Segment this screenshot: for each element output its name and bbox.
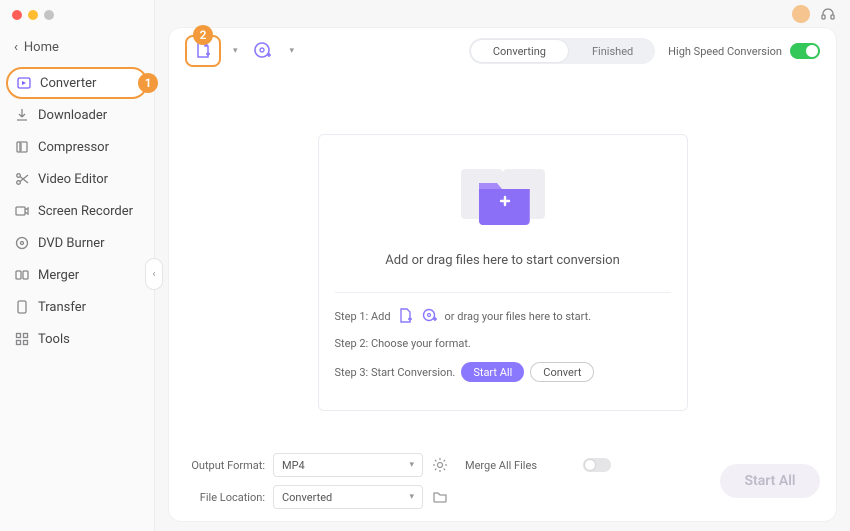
callout-badge-1: 1 [138, 73, 158, 93]
disc-add-icon[interactable] [421, 307, 439, 325]
sidebar-item-merger[interactable]: Merger [0, 259, 154, 291]
add-dvd-button[interactable] [248, 36, 278, 66]
file-location-label: File Location: [185, 491, 265, 504]
dropzone[interactable]: Add or drag files here to start conversi… [318, 134, 688, 411]
maximize-window-dot[interactable] [44, 10, 54, 20]
tab-segmented-control: Converting Finished [469, 38, 655, 64]
collapse-sidebar-button[interactable]: ‹ [145, 258, 163, 290]
sidebar-item-label: Compressor [38, 140, 109, 155]
chevron-down-icon[interactable]: ▾ [233, 46, 238, 56]
sidebar-item-downloader[interactable]: Downloader [0, 99, 154, 131]
callout-badge-2: 2 [193, 25, 213, 45]
bottom-bar: Output Format: MP4 ▾ Merge All Files Sta… [169, 441, 836, 521]
sidebar: ‹ Home Converter 1 Downloader Compressor [0, 0, 155, 531]
panel-toolbar: 2 ▾ ▾ Converting Finished High Speed Con… [169, 28, 836, 74]
chevron-left-icon: ‹ [14, 40, 18, 55]
chevron-down-icon: ▾ [409, 492, 414, 502]
dropzone-steps: Step 1: Add or drag your files here to s… [335, 292, 671, 382]
high-speed-label: High Speed Conversion [668, 45, 782, 58]
sidebar-item-label: DVD Burner [38, 236, 105, 251]
disc-icon [14, 235, 30, 251]
close-window-dot[interactable] [12, 10, 22, 20]
sidebar-item-compressor[interactable]: Compressor [0, 131, 154, 163]
start-all-button[interactable]: Start All [720, 464, 820, 498]
dropzone-message: Add or drag files here to start conversi… [335, 253, 671, 268]
merger-icon [14, 267, 30, 283]
sidebar-item-label: Converter [40, 76, 96, 91]
converter-icon [16, 75, 32, 91]
content-panel: 2 ▾ ▾ Converting Finished High Speed Con… [169, 28, 836, 521]
grid-icon [14, 331, 30, 347]
recorder-icon [14, 203, 30, 219]
sidebar-item-label: Tools [38, 332, 70, 347]
step2-text: Step 2: Choose your format. [335, 337, 471, 350]
sidebar-item-converter[interactable]: Converter 1 [6, 67, 148, 99]
avatar[interactable] [792, 5, 810, 23]
step1-suffix: or drag your files here to start. [445, 310, 592, 323]
add-file-button[interactable]: 2 [185, 35, 221, 67]
output-format-label: Output Format: [185, 459, 265, 472]
transfer-icon [14, 299, 30, 315]
nav-list: Converter 1 Downloader Compressor Video … [0, 67, 154, 355]
tab-converting[interactable]: Converting [471, 40, 568, 62]
chevron-left-icon: ‹ [152, 269, 155, 280]
merge-all-toggle[interactable] [583, 458, 611, 472]
step-2: Step 2: Choose your format. [335, 337, 671, 350]
output-format-select[interactable]: MP4 ▾ [273, 453, 423, 477]
support-icon[interactable] [820, 6, 836, 22]
minimize-window-dot[interactable] [28, 10, 38, 20]
window-controls [12, 10, 54, 20]
step-3: Step 3: Start Conversion. Start All Conv… [335, 362, 671, 382]
downloader-icon [14, 107, 30, 123]
step-1: Step 1: Add or drag your files here to s… [335, 307, 671, 325]
sidebar-item-label: Downloader [38, 108, 107, 123]
main-area: 2 ▾ ▾ Converting Finished High Speed Con… [155, 0, 850, 531]
topbar [155, 0, 850, 28]
output-format-value: MP4 [282, 459, 305, 472]
high-speed-wrap: High Speed Conversion [668, 43, 820, 59]
sidebar-item-label: Transfer [38, 300, 86, 315]
home-label: Home [24, 40, 59, 55]
file-location-value: Converted [282, 491, 332, 504]
sidebar-item-video-editor[interactable]: Video Editor [0, 163, 154, 195]
file-location-select[interactable]: Converted ▾ [273, 485, 423, 509]
compressor-icon [14, 139, 30, 155]
sidebar-item-dvd-burner[interactable]: DVD Burner [0, 227, 154, 259]
step1-prefix: Step 1: Add [335, 310, 391, 323]
sidebar-item-tools[interactable]: Tools [0, 323, 154, 355]
chevron-down-icon: ▾ [409, 460, 414, 470]
sidebar-item-screen-recorder[interactable]: Screen Recorder [0, 195, 154, 227]
tab-finished[interactable]: Finished [570, 38, 655, 64]
chevron-down-icon[interactable]: ▾ [290, 46, 295, 56]
convert-pill-button[interactable]: Convert [530, 362, 594, 382]
disc-add-icon [252, 40, 274, 62]
settings-icon[interactable] [431, 456, 449, 474]
step3-text: Step 3: Start Conversion. [335, 366, 456, 379]
start-all-pill-button[interactable]: Start All [461, 362, 524, 382]
sidebar-item-label: Video Editor [38, 172, 108, 187]
sidebar-item-label: Merger [38, 268, 79, 283]
high-speed-toggle[interactable] [790, 43, 820, 59]
folder-open-icon[interactable] [431, 488, 449, 506]
home-link[interactable]: ‹ Home [0, 34, 154, 61]
sidebar-item-label: Screen Recorder [38, 204, 133, 219]
folder-illustration [335, 155, 671, 235]
file-add-icon[interactable] [397, 307, 415, 325]
sidebar-item-transfer[interactable]: Transfer [0, 291, 154, 323]
scissors-icon [14, 171, 30, 187]
merge-all-label: Merge All Files [465, 459, 575, 472]
